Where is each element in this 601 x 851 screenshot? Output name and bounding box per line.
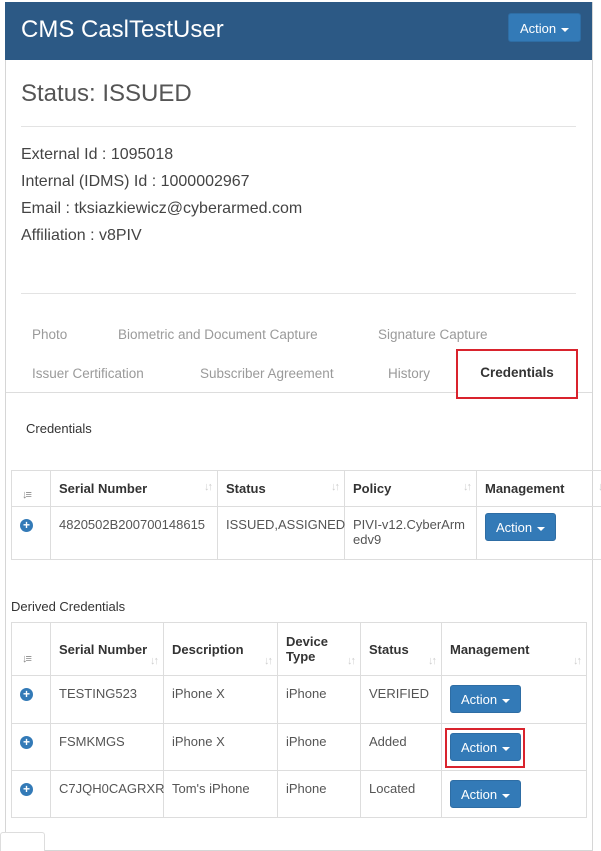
- column-header-device-type[interactable]: Device Type ↓↑: [278, 623, 361, 676]
- action-label: Action: [461, 787, 497, 802]
- device-type-cell: iPhone: [278, 676, 361, 724]
- sort-arrows-icon: ↓↑: [428, 655, 435, 667]
- footer-tab: [0, 832, 45, 851]
- column-label: Serial Number: [59, 481, 147, 496]
- sort-arrows-icon: ↓↑: [347, 655, 354, 667]
- description-cell: Tom's iPhone: [164, 771, 278, 818]
- sort-arrows-icon: ↓↑: [463, 481, 470, 493]
- sort-arrows-icon: ↓≡: [22, 653, 30, 665]
- expand-cell[interactable]: +: [12, 771, 51, 818]
- column-header-management[interactable]: Management ↓↑: [442, 623, 587, 676]
- derived-credentials-table: ↓≡ Serial Number↓↑ Description↓↑ Device …: [11, 622, 587, 818]
- expand-column-header[interactable]: ↓≡: [12, 623, 51, 676]
- serial-cell: FSMKMGS: [51, 724, 164, 771]
- email: Email : tksiazkiewicz@cyberarmed.com: [21, 200, 302, 218]
- tab-history[interactable]: History: [388, 366, 430, 381]
- sort-arrows-icon: ↓↑: [204, 481, 211, 493]
- serial-cell: 4820502B200700148615: [51, 507, 218, 560]
- caret-down-icon: [502, 699, 510, 703]
- table-row: + 4820502B200700148615 ISSUED,ASSIGNED P…: [12, 507, 601, 560]
- column-header-management[interactable]: Management↓↑: [477, 471, 601, 507]
- highlight-box: [445, 728, 525, 768]
- expand-column-header[interactable]: ↓≡: [12, 471, 51, 507]
- credentials-table: ↓≡ Serial Number ↓↑ Status ↓↑ Policy ↓↑ Man…: [11, 470, 601, 560]
- panel-header: CMS CaslTestUser Action: [5, 2, 592, 60]
- management-cell: Action: [442, 676, 587, 724]
- divider: [21, 293, 576, 294]
- column-header-status[interactable]: Status ↓↑: [361, 623, 442, 676]
- action-label: Action: [461, 692, 497, 707]
- tab-credentials-label: Credentials: [458, 365, 576, 380]
- column-header-policy[interactable]: Policy ↓↑: [345, 471, 477, 507]
- table-header-row: ↓≡ Serial Number ↓↑ Status ↓↑ Policy ↓↑ Man…: [12, 471, 601, 507]
- expand-cell[interactable]: +: [12, 676, 51, 724]
- management-cell: Action: [442, 771, 587, 818]
- column-header-serial-number[interactable]: Serial Number↓↑: [51, 623, 164, 676]
- derived-credentials-section-label: Derived Credentials: [11, 599, 125, 614]
- tab-subscriber-agreement[interactable]: Subscriber Agreement: [200, 366, 334, 381]
- tab-credentials[interactable]: Credentials: [456, 349, 578, 399]
- expand-cell[interactable]: +: [12, 724, 51, 771]
- derived-action-button[interactable]: Action: [450, 780, 521, 808]
- status-cell: ISSUED,ASSIGNED: [218, 507, 345, 560]
- sort-arrows-icon: ↓≡: [22, 489, 30, 501]
- device-type-cell: iPhone: [278, 771, 361, 818]
- description-cell: iPhone X: [164, 724, 278, 771]
- credential-action-button[interactable]: Action: [485, 513, 556, 541]
- sort-arrows-icon: ↓↑: [264, 655, 271, 667]
- table-row: + C7JQH0CAGRXR Tom's iPhone iPhone Locat…: [12, 771, 587, 818]
- device-type-cell: iPhone: [278, 724, 361, 771]
- action-label: Action: [496, 520, 532, 535]
- plus-circle-icon[interactable]: +: [20, 783, 33, 796]
- status-cell: Added: [361, 724, 442, 771]
- column-header-description[interactable]: Description ↓↑: [164, 623, 278, 676]
- column-label: Status: [369, 642, 409, 657]
- page-title: CMS CaslTestUser: [21, 16, 224, 44]
- sort-arrows-icon: ↓↑: [573, 655, 580, 667]
- external-id: External Id : 1095018: [21, 146, 173, 164]
- management-cell: Action: [477, 507, 601, 560]
- derived-action-button[interactable]: Action: [450, 685, 521, 713]
- tab-signature-capture[interactable]: Signature Capture: [378, 327, 488, 342]
- plus-circle-icon[interactable]: +: [20, 519, 33, 532]
- serial-cell: C7JQH0CAGRXR: [51, 771, 164, 818]
- description-cell: iPhone X: [164, 676, 278, 724]
- header-action-label: Action: [520, 21, 556, 36]
- column-label: Management: [450, 642, 529, 657]
- policy-cell: PIVI-v12.CyberArmedv9: [345, 507, 477, 560]
- caret-down-icon: [502, 794, 510, 798]
- sort-arrows-icon: ↓↑: [150, 655, 157, 667]
- status-cell: VERIFIED: [361, 676, 442, 724]
- credentials-section-label: Credentials: [26, 421, 92, 436]
- column-label: Management: [485, 481, 564, 496]
- column-label: Serial Number: [59, 642, 147, 657]
- serial-cell: TESTING523: [51, 676, 164, 724]
- column-label: Policy: [353, 481, 391, 496]
- header-action-button[interactable]: Action: [508, 13, 581, 42]
- caret-down-icon: [537, 527, 545, 531]
- tab-issuer-certification[interactable]: Issuer Certification: [32, 366, 144, 381]
- column-label: Device Type: [286, 634, 328, 664]
- column-header-serial-number[interactable]: Serial Number ↓↑: [51, 471, 218, 507]
- column-label: Description: [172, 642, 244, 657]
- plus-circle-icon[interactable]: +: [20, 736, 33, 749]
- table-row: + TESTING523 iPhone X iPhone VERIFIED Ac…: [12, 676, 587, 724]
- affiliation: Affiliation : v8PIV: [21, 227, 142, 245]
- divider: [21, 126, 576, 127]
- column-header-status[interactable]: Status ↓↑: [218, 471, 345, 507]
- column-label: Status: [226, 481, 266, 496]
- status-heading: Status: ISSUED: [21, 80, 192, 108]
- sort-arrows-icon: ↓↑: [331, 481, 338, 493]
- plus-circle-icon[interactable]: +: [20, 688, 33, 701]
- tab-photo[interactable]: Photo: [32, 327, 67, 342]
- table-header-row: ↓≡ Serial Number↓↑ Description↓↑ Device …: [12, 623, 587, 676]
- caret-down-icon: [561, 28, 569, 32]
- internal-id: Internal (IDMS) Id : 1000002967: [21, 173, 250, 191]
- tab-biometric-document-capture[interactable]: Biometric and Document Capture: [118, 327, 318, 342]
- expand-cell[interactable]: +: [12, 507, 51, 560]
- status-cell: Located: [361, 771, 442, 818]
